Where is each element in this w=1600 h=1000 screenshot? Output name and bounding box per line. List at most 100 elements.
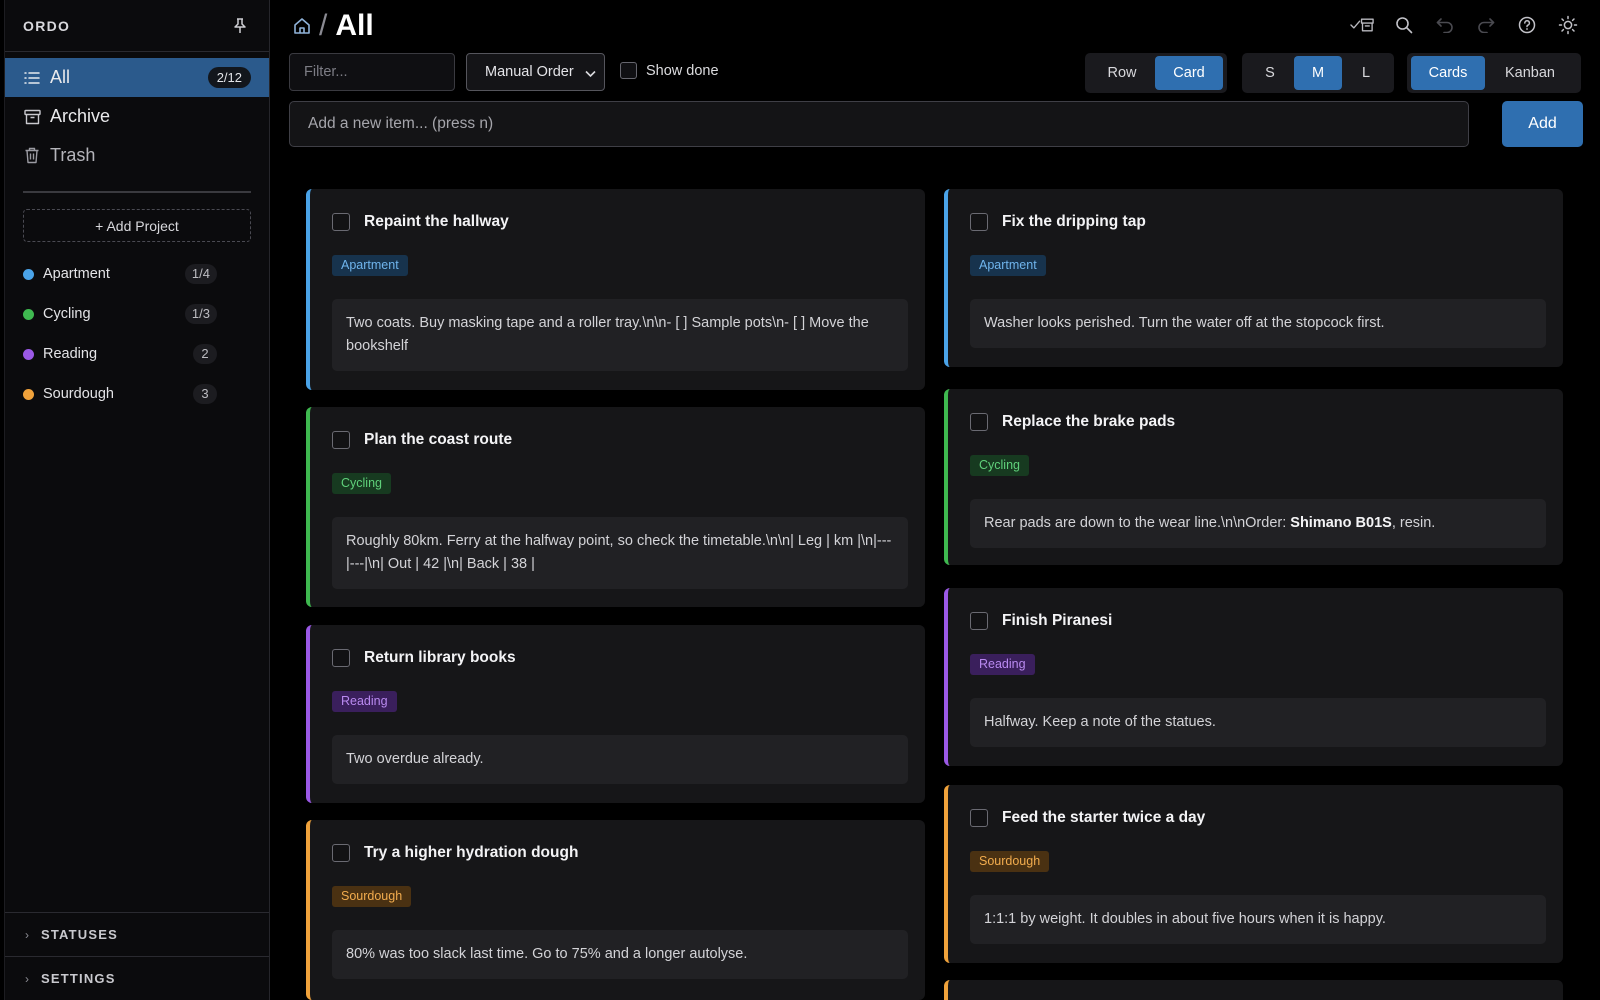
sidebar-item-archive[interactable]: Archive bbox=[5, 97, 269, 136]
size-l-button[interactable]: L bbox=[1342, 56, 1390, 90]
pin-icon[interactable] bbox=[229, 15, 251, 37]
task-card[interactable]: Finish Piranesi Reading Halfway. Keep a … bbox=[944, 588, 1563, 766]
project-tag: Apartment bbox=[332, 255, 408, 276]
task-card[interactable]: Return library books Reading Two overdue… bbox=[306, 625, 925, 803]
chevron-down-icon bbox=[585, 66, 596, 82]
card-note: Two coats. Buy masking tape and a roller… bbox=[332, 299, 908, 371]
project-tag: Sourdough bbox=[970, 851, 1050, 872]
sidebar-nav: All 2/12 Archive Trash bbox=[5, 52, 269, 175]
task-checkbox[interactable] bbox=[332, 431, 350, 449]
project-count: 1/3 bbox=[184, 304, 217, 324]
settings-section-toggle[interactable]: › SETTINGS bbox=[5, 956, 269, 1000]
card-title: Feed the starter twice a day bbox=[1002, 809, 1206, 826]
list-icon bbox=[23, 69, 41, 87]
sidebar-item-all[interactable]: All 2/12 bbox=[5, 58, 269, 97]
home-icon[interactable] bbox=[291, 15, 313, 37]
redo-icon[interactable] bbox=[1473, 12, 1498, 37]
section-label: SETTINGS bbox=[41, 971, 116, 986]
breadcrumb-separator: / bbox=[319, 9, 328, 42]
project-item-reading[interactable]: Reading 2 bbox=[5, 334, 269, 374]
sidebar-divider bbox=[23, 191, 251, 193]
count-badge: 2/12 bbox=[207, 67, 251, 88]
project-tag: Reading bbox=[332, 691, 397, 712]
layout-toggle: Row Card bbox=[1085, 53, 1227, 93]
card-header: Replace the brake pads bbox=[970, 413, 1175, 431]
chevron-right-icon: › bbox=[25, 971, 29, 986]
project-color-dot bbox=[23, 268, 34, 280]
card-header: Plan the coast route bbox=[332, 431, 512, 449]
project-list: Apartment 1/4 Cycling 1/3 Reading 2 Sour… bbox=[5, 254, 269, 414]
card-title: Finish Piranesi bbox=[1002, 612, 1113, 629]
sort-value: Manual Order bbox=[485, 64, 574, 80]
section-label: STATUSES bbox=[41, 927, 119, 942]
sidebar-header: ORDO bbox=[5, 0, 269, 52]
task-card[interactable]: Fix the dripping tap Apartment Washer lo… bbox=[944, 189, 1563, 367]
task-checkbox[interactable] bbox=[970, 809, 988, 827]
card-header: Try a higher hydration dough bbox=[332, 844, 578, 862]
card-title: Return library books bbox=[364, 649, 516, 666]
trash-icon bbox=[23, 147, 41, 165]
task-checkbox[interactable] bbox=[970, 213, 988, 231]
cards-board: Repaint the hallway Apartment Two coats.… bbox=[306, 189, 1576, 1000]
new-item-input[interactable] bbox=[289, 101, 1469, 147]
card-title: Fix the dripping tap bbox=[1002, 213, 1146, 230]
sidebar-item-trash[interactable]: Trash bbox=[5, 136, 269, 175]
view-cards-button[interactable]: Cards bbox=[1411, 56, 1485, 90]
task-checkbox[interactable] bbox=[332, 649, 350, 667]
card-note: Halfway. Keep a note of the statues. bbox=[970, 698, 1546, 747]
layout-card-button[interactable]: Card bbox=[1155, 56, 1223, 90]
task-card[interactable]: Feed the starter twice a day Sourdough 1… bbox=[944, 785, 1563, 963]
sort-select[interactable]: Manual Order bbox=[466, 53, 605, 91]
size-m-button[interactable]: M bbox=[1294, 56, 1342, 90]
project-item-apartment[interactable]: Apartment 1/4 bbox=[5, 254, 269, 294]
task-checkbox[interactable] bbox=[332, 844, 350, 862]
card-header: Return library books bbox=[332, 649, 516, 667]
task-card[interactable]: Try a higher hydration dough Sourdough 8… bbox=[306, 820, 925, 1000]
project-item-sourdough[interactable]: Sourdough 3 bbox=[5, 374, 269, 414]
project-item-cycling[interactable]: Cycling 1/3 bbox=[5, 294, 269, 334]
statuses-section-toggle[interactable]: › STATUSES bbox=[5, 912, 269, 956]
theme-sun-icon[interactable] bbox=[1555, 12, 1580, 37]
add-button[interactable]: Add bbox=[1502, 101, 1583, 147]
task-checkbox[interactable] bbox=[332, 213, 350, 231]
card-header: Fix the dripping tap bbox=[970, 213, 1146, 231]
project-label: Cycling bbox=[43, 306, 91, 322]
card-title: Try a higher hydration dough bbox=[364, 844, 579, 861]
task-card[interactable]: Repaint the hallway Apartment Two coats.… bbox=[306, 189, 925, 390]
card-note: Two overdue already. bbox=[332, 735, 908, 784]
project-tag: Sourdough bbox=[332, 886, 412, 907]
project-label: Sourdough bbox=[43, 386, 114, 402]
view-toggle: Cards Kanban bbox=[1407, 53, 1581, 93]
project-count: 3 bbox=[193, 384, 217, 404]
project-label: Reading bbox=[43, 346, 98, 362]
project-color-dot bbox=[23, 308, 34, 320]
note-text: , resin. bbox=[1391, 515, 1436, 531]
main-area: / All Manual Orde bbox=[271, 0, 1600, 1000]
view-kanban-button[interactable]: Kanban bbox=[1485, 56, 1575, 90]
task-checkbox[interactable] bbox=[970, 413, 988, 431]
task-card[interactable]: Replace the brake pads Cycling Rear pads… bbox=[944, 389, 1563, 565]
undo-icon[interactable] bbox=[1432, 12, 1457, 37]
show-done-toggle[interactable]: Show done bbox=[620, 62, 719, 79]
breadcrumb: / All bbox=[291, 8, 374, 44]
task-card[interactable]: Plan the coast route Cycling Roughly 80k… bbox=[306, 407, 925, 607]
project-tag: Reading bbox=[970, 654, 1035, 675]
project-color-dot bbox=[23, 388, 34, 400]
size-s-button[interactable]: S bbox=[1246, 56, 1294, 90]
layout-row-button[interactable]: Row bbox=[1089, 56, 1155, 90]
task-checkbox[interactable] bbox=[970, 612, 988, 630]
search-icon[interactable] bbox=[1391, 12, 1416, 37]
task-card[interactable] bbox=[944, 980, 1563, 1000]
sidebar-item-label: All bbox=[50, 67, 71, 87]
card-header: Repaint the hallway bbox=[332, 213, 509, 231]
add-project-button[interactable]: + Add Project bbox=[23, 209, 251, 242]
help-icon[interactable] bbox=[1514, 12, 1539, 37]
sidebar-item-label: Archive bbox=[50, 106, 111, 126]
filter-input[interactable] bbox=[289, 53, 455, 91]
page-title: All bbox=[335, 9, 374, 42]
archive-done-icon[interactable] bbox=[1350, 12, 1375, 37]
note-bold-text: Shimano B01S bbox=[1290, 515, 1392, 531]
toolbar bbox=[1350, 12, 1580, 37]
project-tag: Cycling bbox=[970, 455, 1029, 476]
show-done-checkbox[interactable] bbox=[620, 62, 637, 79]
